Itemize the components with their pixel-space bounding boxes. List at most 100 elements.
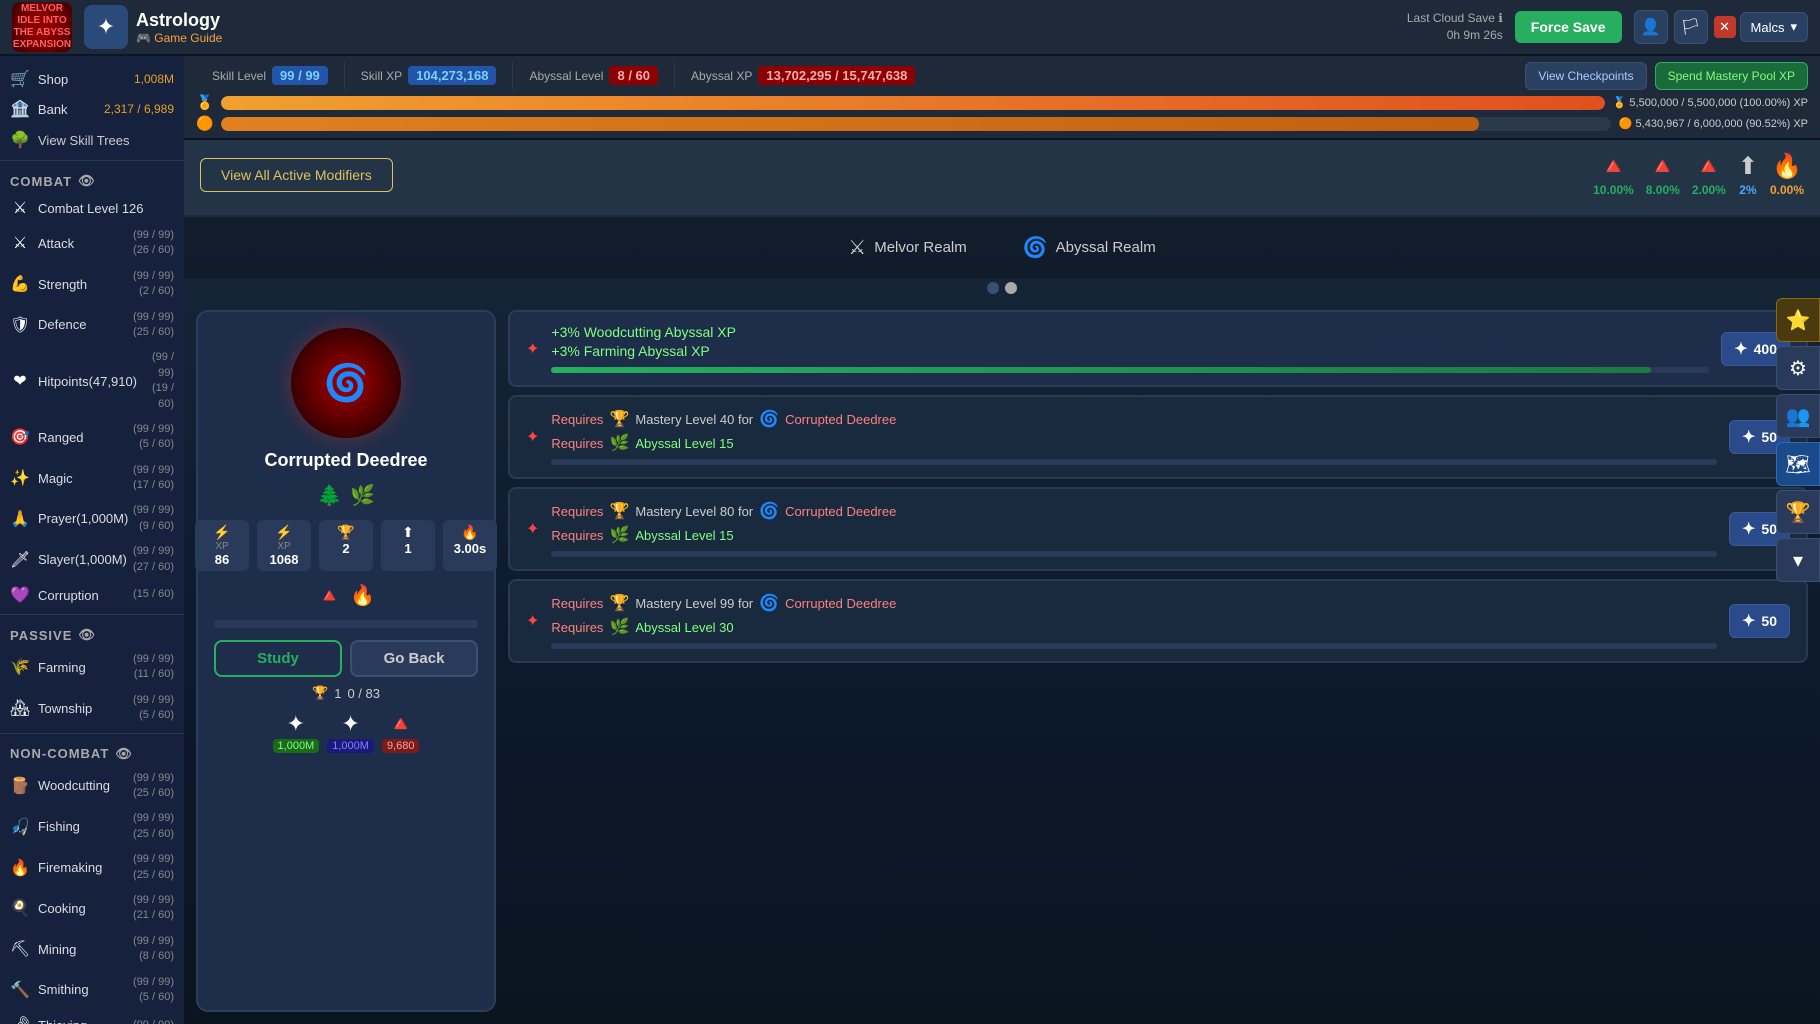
profile-icon-btn[interactable]: 👤 [1634, 10, 1668, 44]
side-btn-trophy[interactable]: 🏆 [1776, 490, 1820, 534]
req-level-text: Abyssal Level 15 [635, 528, 733, 543]
mod-icon-3: ⬆ 2% [1738, 152, 1758, 197]
game-logo: MELVOR IDLE INTO THE ABYSS EXPANSION [12, 2, 72, 52]
sidebar-item-mining[interactable]: ⛏ Mining (99 / 99)(8 / 60) [0, 929, 184, 970]
sidebar-item-firemaking[interactable]: 🔥 Firemaking (99 / 99)(25 / 60) [0, 847, 184, 888]
reward-text: +3% Farming Abyssal XP [551, 343, 1709, 359]
force-save-button[interactable]: Force Save [1515, 11, 1622, 43]
sidebar-item-township[interactable]: 🏘 Township (99 / 99)(5 / 60) [0, 688, 184, 729]
sidebar-item-strength[interactable]: 💪 Strength (99 / 99)(2 / 60) [0, 264, 184, 305]
skill-icon: ✦ [84, 5, 128, 49]
req-line-1: Requires 🌿 Abyssal Level 15 [551, 525, 1717, 545]
side-btn-users[interactable]: 👥 [1776, 394, 1820, 438]
sidebar-item-prayer-1-000m-[interactable]: 🙏 Prayer(1,000M) (99 / 99)(9 / 60) [0, 498, 184, 539]
skill-trees-icon: 🌳 [10, 130, 30, 150]
xp-bar-row2: 🟠 🟠 5,430,967 / 6,000,000 (90.52%) XP [196, 115, 1808, 132]
melvor-realm-tab[interactable]: ⚔ Melvor Realm [832, 229, 982, 266]
shop-icon: 🛒 [10, 69, 30, 89]
req-label: Requires [551, 596, 603, 611]
sidebar-item-magic[interactable]: ✨ Magic (99 / 99)(17 / 60) [0, 458, 184, 499]
requirements-panel: ✦ +3% Woodcutting Abyssal XP+3% Farming … [508, 310, 1808, 1012]
scroll-indicators [184, 278, 1820, 298]
sidebar-item-thieving[interactable]: 🗝 Thieving (99 / 99) [0, 1010, 184, 1024]
item-levels: (99 / 99)(27 / 60) [133, 544, 174, 575]
mod-icon-value: 10.00% [1593, 183, 1634, 197]
combat-eye-icon: 👁 [78, 173, 96, 189]
abyssal-realm-tab[interactable]: 🌀 Abyssal Realm [1007, 229, 1172, 266]
sidebar-item-cooking[interactable]: 🍳 Cooking (99 / 99)(21 / 60) [0, 888, 184, 929]
shop-amount: 1,008M [134, 72, 174, 86]
req-label: Requires [551, 436, 603, 451]
noncombat-section-header: NON-COMBAT 👁 [0, 738, 184, 766]
close-user-btn[interactable]: ✕ [1714, 16, 1736, 38]
req-label: Requires [551, 504, 603, 519]
req-cost-icon: ✦ [1742, 427, 1755, 447]
combat-level-icon: ⚔ [10, 198, 30, 218]
req-line-0: Requires 🏆 Mastery Level 80 for 🌀 Corrup… [551, 501, 1717, 521]
sidebar-item-ranged[interactable]: 🎯 Ranged (99 / 99)(5 / 60) [0, 417, 184, 458]
sidebar-item-combat-level[interactable]: ⚔ Combat Level 126 [0, 193, 184, 223]
req-label: Requires [551, 528, 603, 543]
item-icon: 🔥 [10, 858, 30, 878]
view-checkpoints-btn[interactable]: View Checkpoints [1525, 62, 1646, 90]
req-cost-icon: ✦ [1742, 611, 1755, 631]
noncombat-eye-icon: 👁 [115, 746, 133, 762]
sidebar-item-fishing[interactable]: 🎣 Fishing (99 / 99)(25 / 60) [0, 806, 184, 847]
game-guide-link[interactable]: 🎮 Game Guide [136, 31, 222, 45]
item-levels: (99 / 99)(21 / 60) [133, 893, 174, 924]
sidebar-item-slayer-1-000m-[interactable]: 🗡 Slayer(1,000M) (99 / 99)(27 / 60) [0, 539, 184, 580]
sidebar-item-shop[interactable]: 🛒 Shop 1,008M [0, 64, 184, 94]
item-icon: 🗡 [10, 550, 30, 570]
item-label: Magic [38, 471, 73, 486]
sidebar-item-bank[interactable]: 🏦 Bank 2,317 / 6,989 [0, 94, 184, 124]
pool-xp-fill [221, 117, 1479, 131]
item-label: Smithing [38, 982, 89, 997]
mod-icon-value: 8.00% [1646, 183, 1680, 197]
mod-icon-value: 2% [1739, 183, 1756, 197]
side-btn-gear[interactable]: ⚙ [1776, 346, 1820, 390]
req-cost[interactable]: ✦ 50 [1729, 604, 1790, 638]
sidebar-item-hitpoints-47-910-[interactable]: ❤ Hitpoints(47,910) (99 / 99)(19 / 60) [0, 345, 184, 417]
bank-icon: 🏦 [10, 99, 30, 119]
req-text: Mastery Level 80 for [635, 504, 753, 519]
reward-cost-icon: ✦ [1734, 339, 1747, 359]
side-btn-star[interactable]: ⭐ [1776, 298, 1820, 342]
monster-image: 🌀 [291, 328, 401, 438]
item-icon: 🛡 [10, 315, 30, 335]
item-levels: (99 / 99)(26 / 60) [133, 228, 174, 259]
item-icon: 🪵 [10, 776, 30, 796]
go-back-button[interactable]: Go Back [350, 640, 478, 677]
sidebar-item-defence[interactable]: 🛡 Defence (99 / 99)(25 / 60) [0, 305, 184, 346]
mod-icon-symbol: 🔺 [1599, 152, 1629, 181]
req-line-0: Requires 🏆 Mastery Level 40 for 🌀 Corrup… [551, 409, 1717, 429]
sidebar-item-smithing[interactable]: 🔨 Smithing (99 / 99)(5 / 60) [0, 970, 184, 1011]
sidebar-item-woodcutting[interactable]: 🪵 Woodcutting (99 / 99)(25 / 60) [0, 766, 184, 807]
monster-tags: 🌲 🌿 [317, 483, 375, 508]
sidebar-item-corruption[interactable]: 💜 Corruption (15 / 60) [0, 580, 184, 610]
study-button[interactable]: Study [214, 640, 342, 677]
item-levels: (99 / 99)(11 / 60) [133, 652, 174, 683]
scroll-dot-1[interactable] [987, 282, 999, 294]
item-levels: (99 / 99) [133, 1018, 174, 1024]
sidebar-item-farming[interactable]: 🌾 Farming (99 / 99)(11 / 60) [0, 647, 184, 688]
xp-bar-row: 🏅 🏅 5,500,000 / 5,500,000 (100.00%) XP [196, 94, 1808, 111]
melvor-realm-label: Melvor Realm [874, 239, 967, 256]
view-all-modifiers-btn[interactable]: View All Active Modifiers [200, 158, 393, 192]
side-btn-map[interactable]: 🗺 [1776, 442, 1820, 486]
right-content: Skill Level 99 / 99 Skill XP 104,273,168… [184, 56, 1820, 1024]
req-text: Mastery Level 40 for [635, 412, 753, 427]
mod-icon-0: 🔺 10.00% [1593, 152, 1634, 197]
scroll-dot-2[interactable] [1005, 282, 1017, 294]
monster-actions-row: 🔺 🔥 [317, 583, 375, 608]
bonus-item-2: ✦ 1,000M [327, 711, 374, 753]
skill-stats-row: Skill Level 99 / 99 Skill XP 104,273,168… [196, 62, 931, 89]
side-btn-expand[interactable]: ▾ [1776, 538, 1820, 582]
sidebar-item-attack[interactable]: ⚔ Attack (99 / 99)(26 / 60) [0, 223, 184, 264]
item-levels: (99 / 99)(25 / 60) [133, 771, 174, 802]
sidebar-item-skill-trees[interactable]: 🌳 View Skill Trees [0, 124, 184, 156]
item-label: Prayer(1,000M) [38, 511, 128, 526]
username-btn[interactable]: Malcs ▾ [1740, 12, 1808, 42]
item-icon: 💜 [10, 585, 30, 605]
spend-mastery-btn[interactable]: Spend Mastery Pool XP [1655, 62, 1808, 90]
flag-icon-btn[interactable]: 🏳 [1674, 10, 1708, 44]
